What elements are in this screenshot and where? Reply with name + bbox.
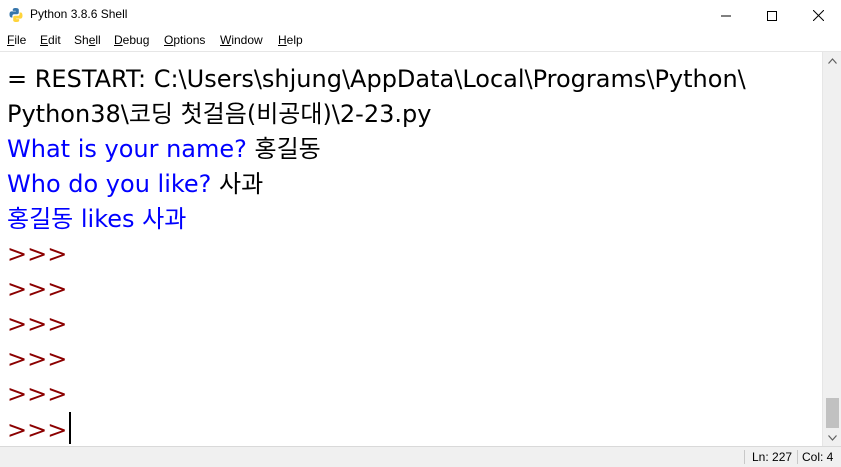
- menu-debug-rest: ebug: [122, 33, 150, 47]
- input-line-like: Who do you like? 사과: [7, 167, 263, 202]
- title-bar: Python 3.8.6 Shell: [0, 0, 841, 31]
- status-divider: [744, 450, 745, 464]
- menu-edit[interactable]: Edit: [40, 33, 61, 47]
- prompt-like-text: Who do you like?: [7, 170, 220, 198]
- shell-output-area[interactable]: = RESTART: C:\Users\shjung\AppData\Local…: [0, 52, 822, 446]
- maximize-button[interactable]: [749, 0, 795, 31]
- menu-options[interactable]: Options: [164, 33, 205, 47]
- text-cursor: [69, 412, 72, 444]
- scrollbar-thumb[interactable]: [826, 398, 839, 428]
- close-icon: [812, 10, 824, 21]
- shell-prompt-active-symbol: >>>: [7, 416, 68, 444]
- python-app-icon: [9, 8, 23, 22]
- shell-prompt: >>>: [7, 345, 68, 373]
- input-line-name: What is your name? 홍길동: [7, 132, 321, 167]
- minimize-icon: [721, 15, 731, 16]
- menu-help-rest: elp: [286, 33, 303, 47]
- shell-prompt-active[interactable]: >>>: [7, 412, 72, 446]
- restart-line-2: Python38\코딩 첫걸음(비공대)\2-23.py: [7, 100, 432, 128]
- menu-shell-pre: Sh: [74, 33, 89, 47]
- menu-options-accel: O: [164, 33, 174, 47]
- status-bar: Ln: 227 Col: 4: [0, 446, 841, 467]
- scroll-up-button[interactable]: [823, 52, 841, 69]
- menu-edit-rest: dit: [48, 33, 61, 47]
- chevron-up-icon: [828, 57, 837, 64]
- restart-line-1: = RESTART: C:\Users\shjung\AppData\Local…: [7, 65, 746, 93]
- menu-file[interactable]: File: [7, 33, 26, 47]
- scroll-down-button[interactable]: [823, 429, 841, 446]
- window-title: Python 3.8.6 Shell: [30, 7, 128, 21]
- status-divider: [797, 450, 798, 464]
- menu-shell[interactable]: Shell: [74, 33, 101, 47]
- vertical-scrollbar[interactable]: [822, 52, 841, 446]
- menu-window-rest: indow: [231, 33, 263, 47]
- answer-like-text: 사과: [219, 170, 264, 198]
- menu-debug-accel: D: [114, 33, 123, 47]
- menu-file-rest: ile: [14, 33, 27, 47]
- status-column-number: Col: 4: [802, 450, 834, 464]
- shell-prompt: >>>: [7, 240, 68, 268]
- shell-prompt: >>>: [7, 275, 68, 303]
- maximize-icon: [767, 10, 777, 21]
- prompt-name-text: What is your name?: [7, 135, 255, 163]
- output-line: 홍길동 likes 사과: [7, 205, 187, 233]
- answer-name-text: 홍길동: [254, 135, 321, 163]
- menu-window[interactable]: Window: [220, 33, 263, 47]
- menu-bar: File Edit Shell Debug Options Window Hel…: [0, 31, 841, 52]
- menu-help[interactable]: Help: [278, 33, 303, 47]
- menu-edit-accel: E: [40, 33, 49, 47]
- shell-prompt: >>>: [7, 310, 68, 338]
- minimize-button[interactable]: [703, 0, 749, 31]
- menu-debug[interactable]: Debug: [114, 33, 149, 47]
- close-button[interactable]: [795, 0, 841, 31]
- status-line-number: Ln: 227: [752, 450, 793, 464]
- menu-shell-rest: ll: [95, 33, 101, 47]
- shell-prompt: >>>: [7, 380, 68, 408]
- chevron-down-icon: [828, 434, 837, 441]
- menu-help-accel: H: [278, 33, 287, 47]
- menu-window-accel: W: [220, 33, 232, 47]
- menu-options-rest: ptions: [173, 33, 206, 47]
